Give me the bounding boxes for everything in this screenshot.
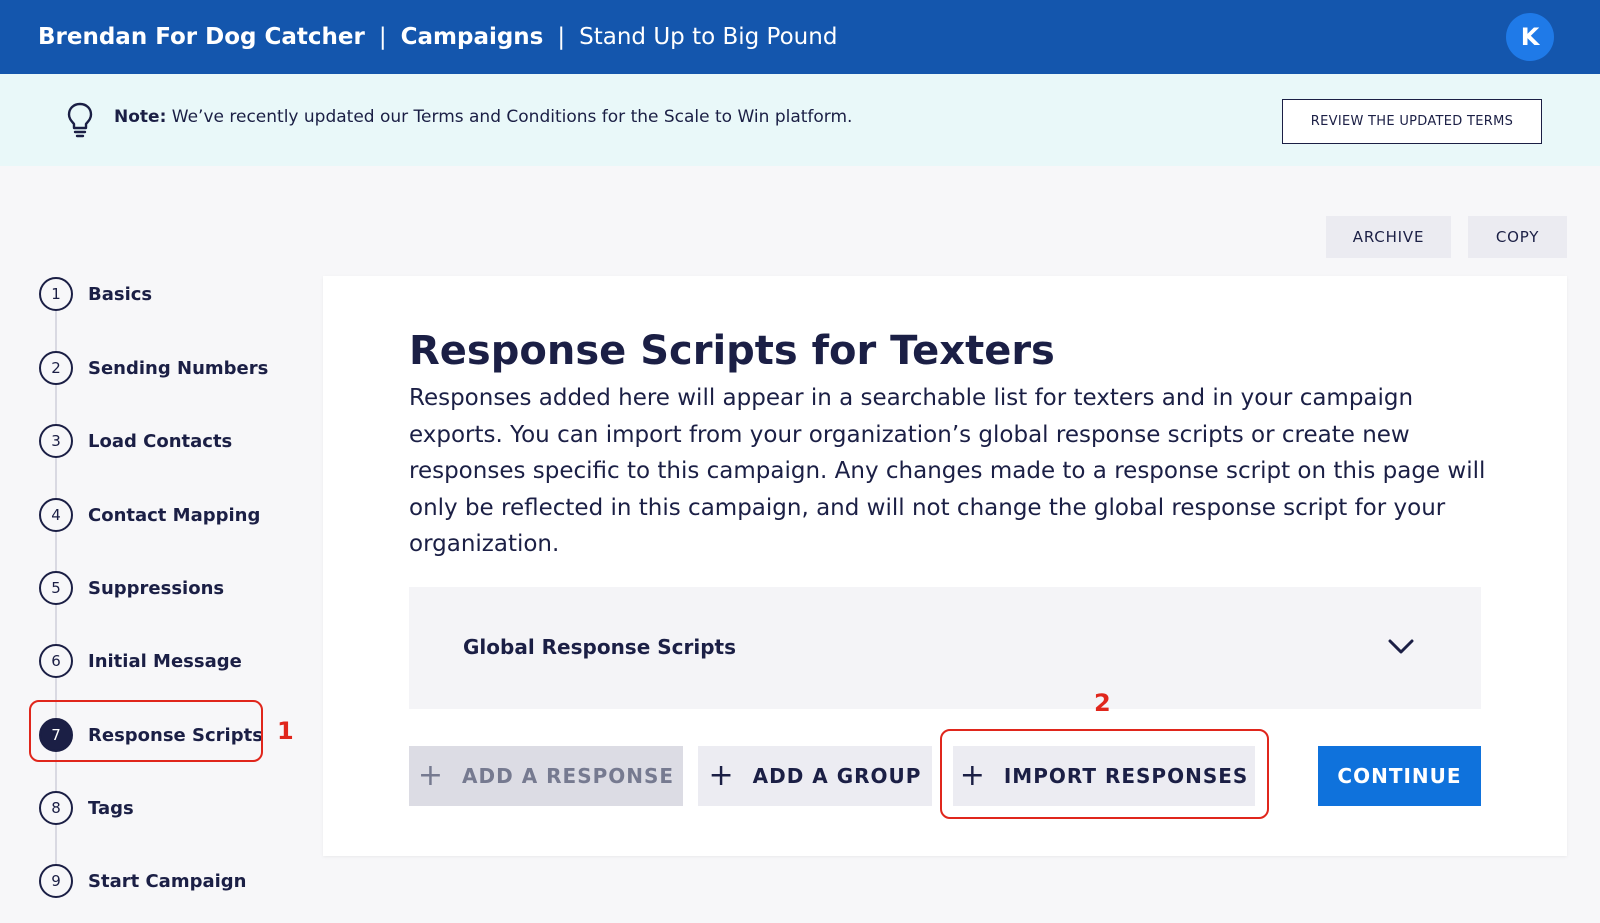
step-label: Contact Mapping (88, 504, 261, 526)
step-number: 9 (39, 864, 73, 898)
step-label: Sending Numbers (88, 357, 269, 379)
continue-button[interactable]: CONTINUE (1318, 746, 1481, 806)
step-tags[interactable]: 8 Tags (39, 790, 134, 826)
add-group-label: ADD A GROUP (752, 764, 922, 788)
step-number: 1 (39, 277, 73, 311)
notice-message: We’ve recently updated our Terms and Con… (171, 107, 853, 127)
global-response-scripts-accordion[interactable]: Global Response Scripts (409, 587, 1481, 709)
step-start-campaign[interactable]: 9 Start Campaign (39, 863, 246, 899)
step-basics[interactable]: 1 Basics (39, 276, 152, 312)
annotation-highlight-import (940, 729, 1269, 819)
step-label: Initial Message (88, 650, 242, 672)
step-label: Basics (88, 283, 153, 305)
breadcrumb-separator: | (557, 24, 566, 50)
step-label: Load Contacts (88, 430, 233, 452)
step-number: 7 (39, 718, 73, 752)
review-terms-button[interactable]: REVIEW THE UPDATED TERMS (1282, 99, 1542, 144)
accordion-title: Global Response Scripts (463, 635, 736, 659)
archive-button[interactable]: ARCHIVE (1326, 216, 1451, 258)
notice-label: Note: (114, 107, 167, 127)
step-number: 5 (39, 571, 73, 605)
add-response-label: ADD A RESPONSE (462, 764, 675, 788)
step-suppressions[interactable]: 5 Suppressions (39, 570, 224, 606)
step-number: 2 (39, 351, 73, 385)
plus-icon: + (708, 758, 735, 793)
step-number: 4 (39, 498, 73, 532)
campaign-stepper: 1 Basics 2 Sending Numbers 3 Load Contac… (30, 270, 290, 910)
copy-button[interactable]: COPY (1468, 216, 1567, 258)
breadcrumb-organization[interactable]: Brendan For Dog Catcher (38, 24, 365, 50)
notice-banner: Note: We’ve recently updated our Terms a… (0, 74, 1600, 166)
breadcrumb-campaigns[interactable]: Campaigns (401, 24, 544, 50)
annotation-marker-2: 2 (1094, 689, 1111, 717)
plus-icon: + (417, 758, 445, 793)
step-label: Start Campaign (88, 870, 247, 892)
page-description: Responses added here will appear in a se… (409, 385, 1486, 557)
annotation-marker-1: 1 (277, 717, 294, 745)
breadcrumb-separator: | (378, 24, 387, 50)
lightbulb-icon (67, 102, 93, 138)
breadcrumb-campaign-name: Stand Up to Big Pound (579, 24, 838, 50)
step-number: 6 (39, 644, 73, 678)
chevron-down-icon[interactable] (1387, 637, 1415, 657)
step-number: 3 (39, 424, 73, 458)
step-load-contacts[interactable]: 3 Load Contacts (39, 423, 232, 459)
step-label: Suppressions (88, 577, 225, 599)
page-title: Response Scripts for Texters (409, 328, 1055, 374)
step-contact-mapping[interactable]: 4 Contact Mapping (39, 497, 260, 533)
step-label: Tags (88, 797, 134, 819)
user-avatar[interactable]: K (1506, 13, 1554, 61)
add-response-button[interactable]: + ADD A RESPONSE (409, 746, 683, 806)
step-initial-message[interactable]: 6 Initial Message (39, 643, 242, 679)
top-bar: Brendan For Dog Catcher | Campaigns | St… (0, 0, 1600, 74)
notice-text: Note: We’ve recently updated our Terms a… (114, 107, 852, 127)
step-sending-numbers[interactable]: 2 Sending Numbers (39, 350, 268, 386)
step-number: 8 (39, 791, 73, 825)
add-group-button[interactable]: + ADD A GROUP (698, 746, 932, 806)
